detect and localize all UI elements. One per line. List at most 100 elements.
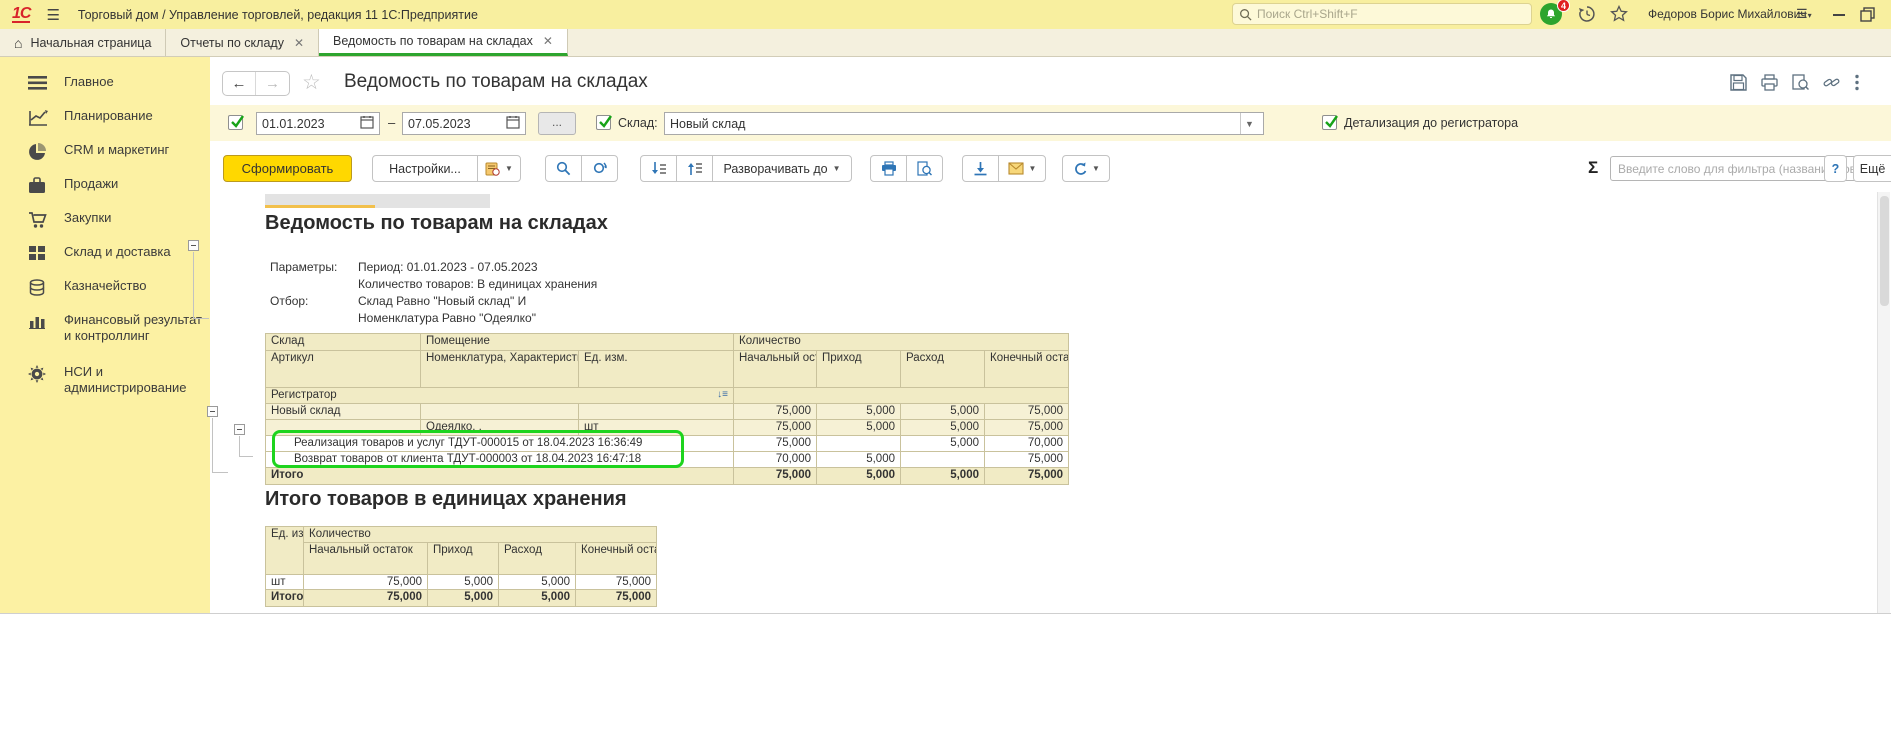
vertical-scrollbar[interactable] <box>1877 192 1890 613</box>
search-placeholder: Поиск Ctrl+Shift+F <box>1257 7 1358 21</box>
service-menu-button[interactable]: ☰▾ <box>1796 6 1812 22</box>
print-preview-icon[interactable] <box>1792 74 1809 91</box>
group-collapse-box[interactable] <box>207 406 218 417</box>
save-icon[interactable] <box>1730 74 1747 91</box>
col-header[interactable]: Начальный остаток <box>734 351 817 388</box>
col-header[interactable]: Приход <box>817 351 901 388</box>
col-header[interactable]: Ед. изм. <box>266 527 304 575</box>
notifications-button[interactable]: 4 <box>1540 3 1566 27</box>
close-icon[interactable]: ✕ <box>294 36 304 50</box>
col-header[interactable]: Конечный остаток <box>985 351 1069 388</box>
warehouse-combo[interactable]: Новый склад ▼ <box>664 112 1264 135</box>
table-row-registrar[interactable]: Реализация товаров и услуг ТДУТ-000015 о… <box>266 436 1069 452</box>
scrollbar-thumb[interactable] <box>1880 196 1889 306</box>
sidebar-item-treasury[interactable]: Казначейство <box>0 278 210 301</box>
table-row-item[interactable]: Одеялко, , шт 75,000 5,000 5,000 75,000 <box>266 420 1069 436</box>
print-icon[interactable] <box>1761 74 1778 91</box>
sidebar-item-warehouse[interactable]: Склад и доставка <box>0 244 210 266</box>
more-button[interactable]: Ещё▼ <box>1853 155 1891 182</box>
table-row-registrar[interactable]: Возврат товаров от клиента ТДУТ-000003 о… <box>266 452 1069 468</box>
collapse-groups-button[interactable] <box>640 155 677 182</box>
col-header[interactable]: Склад <box>266 334 421 351</box>
col-header[interactable]: Ед. изм. <box>579 351 734 388</box>
sidebar-item-planning[interactable]: Планирование <box>0 108 210 132</box>
tab-goods-statement[interactable]: Ведомость по товарам на складах ✕ <box>319 29 568 56</box>
tab-bar: ⌂ Начальная страница Отчеты по складу ✕ … <box>0 29 1891 57</box>
help-button[interactable]: ? <box>1824 155 1847 182</box>
expand-groups-button[interactable] <box>676 155 713 182</box>
group-collapse-box[interactable] <box>234 424 245 435</box>
link-icon[interactable] <box>1823 74 1840 91</box>
col-header[interactable]: Расход <box>499 543 576 575</box>
choose-settings-button[interactable]: ▼ <box>477 155 521 182</box>
gear-icon <box>28 365 50 388</box>
print-button[interactable] <box>870 155 907 182</box>
col-header[interactable]: Помещение <box>421 334 734 351</box>
col-header[interactable]: Количество <box>304 527 657 543</box>
history-button[interactable] <box>1578 5 1596 28</box>
calendar-icon[interactable] <box>360 115 374 132</box>
totals-row[interactable]: шт 75,000 5,000 5,000 75,000 <box>266 575 657 590</box>
chevron-down-icon: ▼ <box>1029 164 1037 173</box>
preview-button[interactable] <box>906 155 943 182</box>
quick-filter-input[interactable]: Введите слово для фильтра (название това… <box>1610 156 1891 181</box>
table-row-warehouse[interactable]: Новый склад 75,000 5,000 5,000 75,000 <box>266 404 1069 420</box>
sidebar-item-main[interactable]: Главное <box>0 74 210 96</box>
chevron-down-icon[interactable]: ▼ <box>1240 113 1258 134</box>
table-row-total[interactable]: Итого 75,000 5,000 5,000 75,000 <box>266 468 1069 485</box>
search-icon <box>1239 8 1252 21</box>
group-line <box>239 456 253 457</box>
group-collapse-box[interactable] <box>188 240 199 251</box>
calendar-icon[interactable] <box>506 115 520 132</box>
sidebar-item-admin[interactable]: НСИ и администрирование <box>0 364 210 396</box>
period-options-button[interactable]: ... <box>538 112 576 135</box>
tab-home[interactable]: ⌂ Начальная страница <box>0 29 166 56</box>
sort-icon[interactable]: ↓≡ <box>717 389 728 400</box>
change-variant-button[interactable]: ▼ <box>1062 155 1110 182</box>
sidebar-item-crm[interactable]: CRM и маркетинг <box>0 142 210 166</box>
warehouse-checkbox[interactable] <box>596 115 611 130</box>
forward-button[interactable]: → <box>256 72 289 95</box>
favorite-star-icon[interactable]: ☆ <box>302 70 321 95</box>
col-header[interactable]: Количество <box>734 334 1069 351</box>
col-header[interactable]: Номенклатура, Характеристика, Серия <box>421 351 579 388</box>
expand-to-dropdown[interactable]: Разворачивать до▼ <box>712 155 852 182</box>
settings-button[interactable]: Настройки... <box>372 155 478 182</box>
detail-checkbox[interactable] <box>1322 115 1337 130</box>
chevron-down-icon: ▼ <box>833 164 841 173</box>
form-title: Ведомость по товарам на складах <box>344 71 648 93</box>
sidebar-item-finance[interactable]: Финансовый результат и контроллинг <box>0 312 210 344</box>
col-header[interactable]: Приход <box>428 543 499 575</box>
current-user[interactable]: Федоров Борис Михайлович <box>1648 7 1807 21</box>
restore-window-button[interactable] <box>1860 7 1875 27</box>
favorites-button[interactable] <box>1610 5 1628 28</box>
find-button[interactable] <box>545 155 582 182</box>
global-search-input[interactable]: Поиск Ctrl+Shift+F <box>1232 3 1532 25</box>
sidebar-item-purchases[interactable]: Закупки <box>0 210 210 234</box>
minimize-button[interactable] <box>1833 14 1845 16</box>
find-next-button[interactable] <box>581 155 618 182</box>
period-checkbox[interactable] <box>228 115 243 130</box>
generate-button[interactable]: Сформировать <box>223 155 352 182</box>
back-button[interactable]: ← <box>223 72 256 95</box>
date-to-input[interactable]: 07.05.2023 <box>402 112 526 135</box>
date-from-input[interactable]: 01.01.2023 <box>256 112 380 135</box>
col-header[interactable]: Начальный остаток <box>304 543 428 575</box>
totals-row-total[interactable]: Итого 75,000 5,000 5,000 75,000 <box>266 590 657 607</box>
briefcase-icon <box>28 177 50 199</box>
group-line <box>193 318 209 319</box>
search-refresh-icon <box>592 161 608 176</box>
more-dots-icon[interactable] <box>1854 74 1860 91</box>
sidebar-item-sales[interactable]: Продажи <box>0 176 210 199</box>
sidebar-label: Продажи <box>64 176 118 192</box>
col-header[interactable]: Расход <box>901 351 985 388</box>
registrar-header[interactable]: Регистратор↓≡ <box>266 388 734 404</box>
col-header[interactable]: Артикул <box>266 351 421 388</box>
tab-warehouse-reports[interactable]: Отчеты по складу ✕ <box>166 29 319 56</box>
col-header[interactable]: Конечный остаток <box>576 543 657 575</box>
send-email-button[interactable]: ▼ <box>998 155 1046 182</box>
save-result-button[interactable] <box>962 155 999 182</box>
close-icon[interactable]: ✕ <box>543 34 553 48</box>
page-magnifier-icon <box>917 161 932 176</box>
main-menu-icon[interactable]: ☰ <box>46 6 59 24</box>
